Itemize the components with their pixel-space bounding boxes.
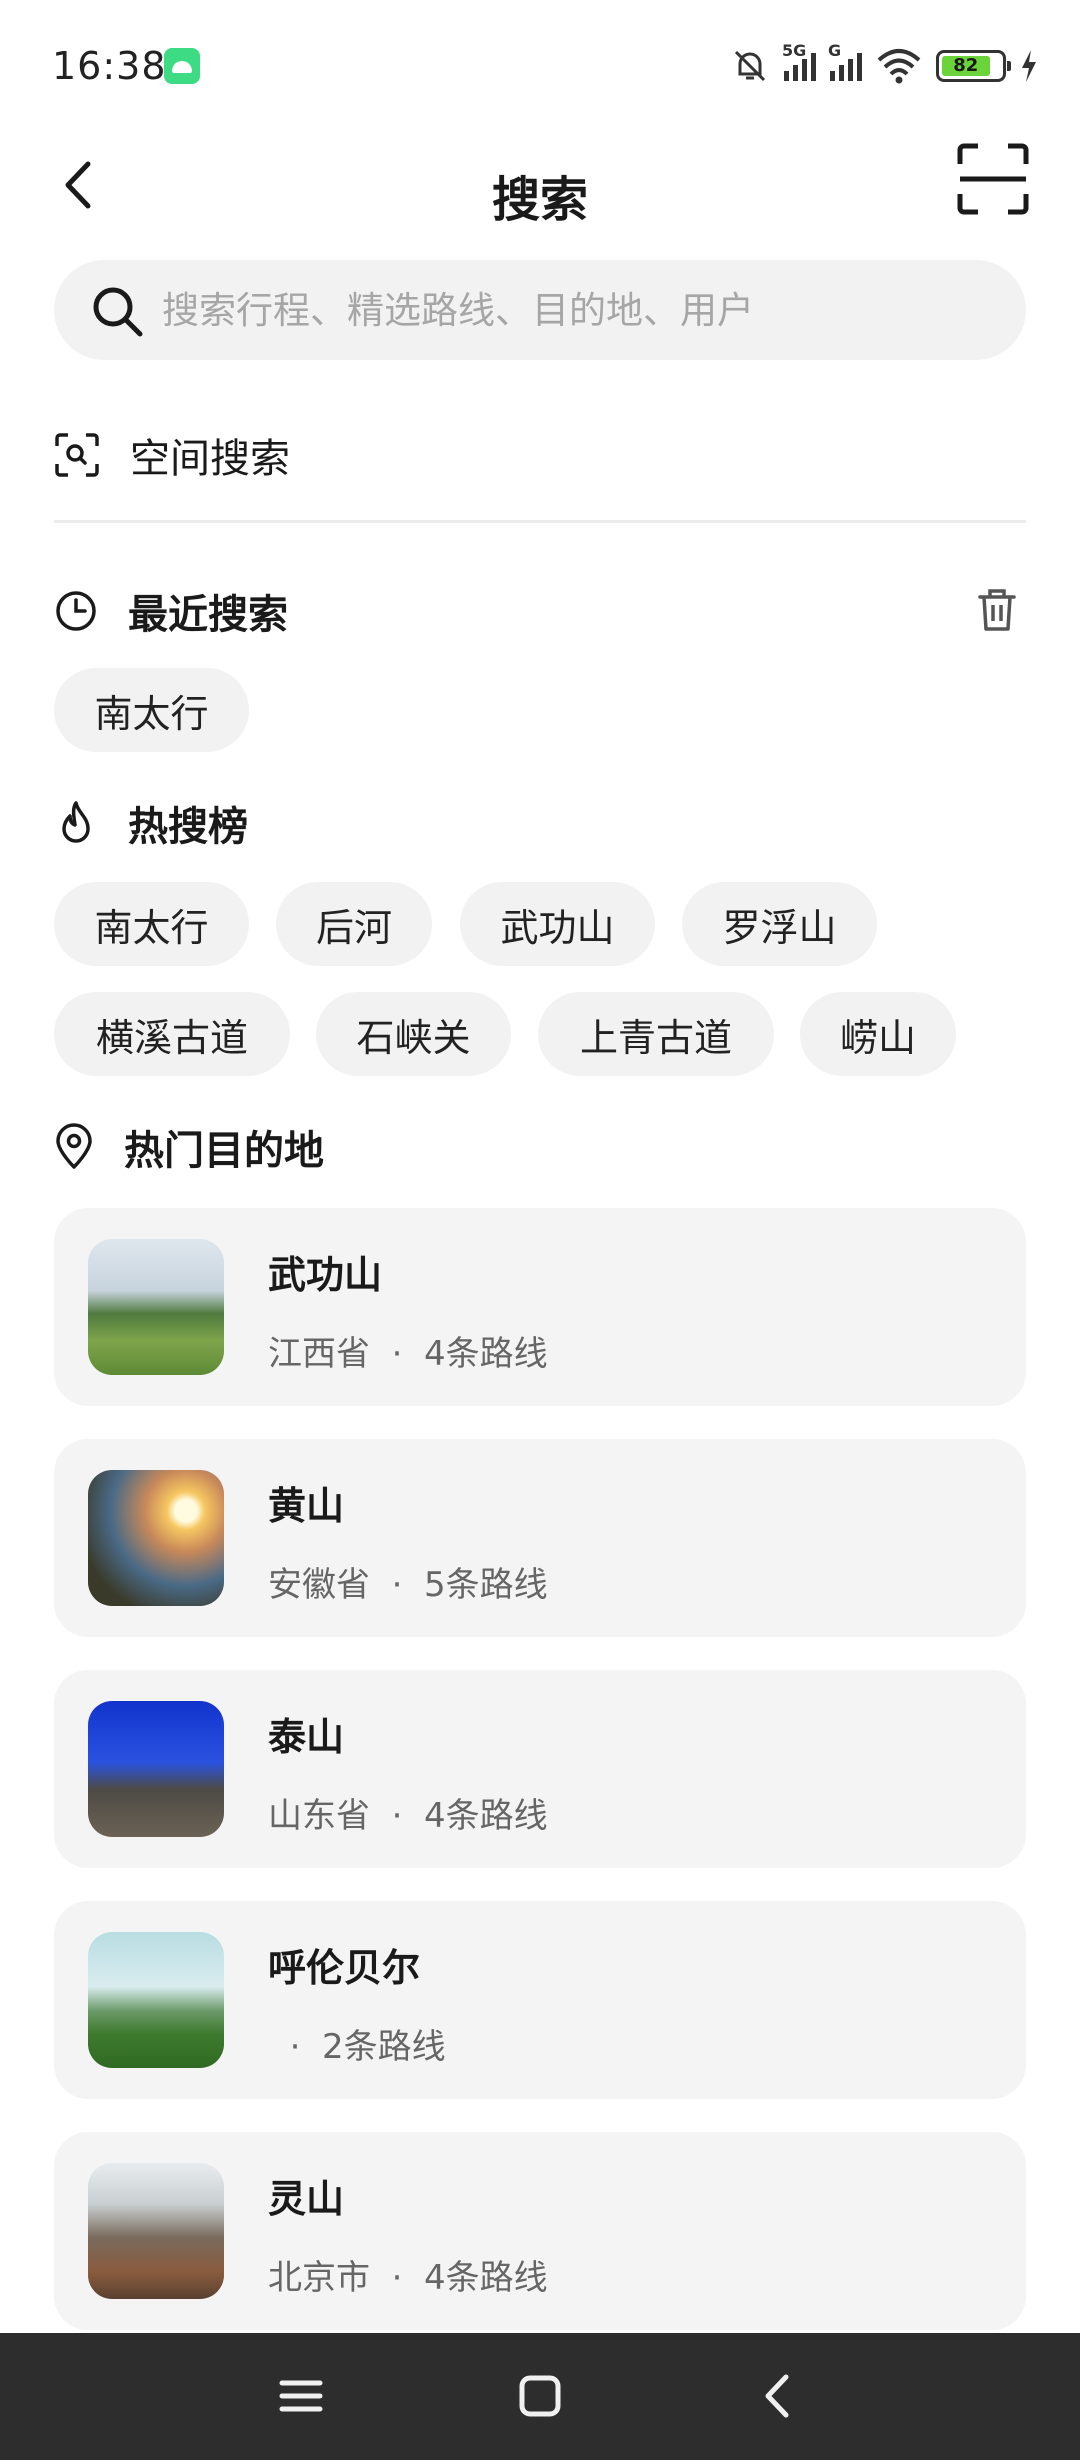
destination-thumbnail [88, 1701, 224, 1837]
battery-level: 82 [942, 56, 990, 76]
popular-destinations-title: 热门目的地 [124, 1128, 324, 1174]
status-time: 16:38 [52, 44, 167, 88]
destination-region: 山东省 [268, 1796, 370, 1836]
destination-route-count: 4条路线 [424, 2258, 548, 2298]
search-bar[interactable] [54, 260, 1026, 360]
recent-search-header: 最近搜索 [54, 582, 288, 640]
destination-name: 呼伦贝尔 [268, 1946, 421, 1990]
destination-route-count: 2条路线 [322, 2027, 446, 2067]
cell-signal-1-icon: 5G [782, 41, 816, 81]
search-input[interactable] [162, 260, 1002, 360]
status-bar: 16:38 5G G 82 [0, 0, 1080, 130]
destination-name: 武功山 [268, 1253, 383, 1297]
spatial-search-label: 空间搜索 [130, 436, 290, 482]
network-type-label: 5G [782, 41, 807, 60]
home-icon[interactable] [505, 2361, 575, 2431]
hot-search-chip[interactable]: 南太行 [54, 882, 249, 966]
recent-search-chip[interactable]: 南太行 [54, 668, 249, 752]
destination-meta: 山东省 · 4条路线 [268, 1796, 548, 1836]
status-icons: 5G G 82 [730, 41, 1038, 88]
hot-search-header: 热搜榜 [54, 794, 248, 852]
destination-meta: 北京市 · 4条路线 [268, 2258, 548, 2298]
destination-region: 江西省 [268, 1334, 370, 1374]
destination-meta: · 2条路线 [268, 2027, 446, 2067]
destination-name: 泰山 [268, 1715, 345, 1759]
spatial-search-icon [55, 433, 99, 477]
destination-thumbnail [88, 1239, 224, 1375]
hot-search-chip[interactable]: 横溪古道 [54, 992, 290, 1076]
battery-icon: 82 [936, 50, 1011, 82]
hot-search-chip[interactable]: 后河 [276, 882, 432, 966]
menu-icon[interactable] [266, 2361, 336, 2431]
cell-signal-2-icon: G [828, 41, 862, 81]
search-icon [93, 287, 143, 337]
hot-search-chip[interactable]: 石峡关 [316, 992, 511, 1076]
destination-name: 黄山 [268, 1484, 345, 1528]
hot-search-chip[interactable]: 罗浮山 [682, 882, 877, 966]
system-nav-bar [0, 2333, 1080, 2460]
hot-search-chip[interactable]: 武功山 [460, 882, 655, 966]
popular-destinations-header: 热门目的地 [54, 1118, 324, 1176]
hot-search-chip[interactable]: 崂山 [800, 992, 956, 1076]
destination-region: 北京市 [268, 2258, 370, 2298]
destination-region: 安徽省 [268, 1565, 370, 1605]
destination-thumbnail [88, 1932, 224, 2068]
charging-icon [1022, 50, 1036, 82]
app-header: 搜索 [0, 130, 1080, 240]
page-title: 搜索 [491, 172, 588, 228]
destination-card[interactable]: 武功山 江西省 · 4条路线 [54, 1208, 1026, 1406]
destination-card[interactable]: 泰山 山东省 · 4条路线 [54, 1670, 1026, 1868]
destination-name: 灵山 [268, 2177, 345, 2221]
fire-icon [62, 801, 90, 843]
clock-icon [56, 591, 96, 631]
recent-search-title: 最近搜索 [128, 592, 288, 638]
hot-search-title: 热搜榜 [128, 804, 248, 850]
scan-icon[interactable] [956, 142, 1030, 216]
destination-card[interactable]: 黄山 安徽省 · 5条路线 [54, 1439, 1026, 1637]
divider [54, 520, 1026, 523]
location-pin-icon [56, 1123, 92, 1169]
mute-bell-icon [734, 50, 766, 82]
wifi-icon [877, 49, 921, 84]
trash-icon[interactable] [972, 585, 1022, 635]
destination-meta: 江西省 · 4条路线 [268, 1334, 548, 1374]
destination-route-count: 4条路线 [424, 1796, 548, 1836]
destination-thumbnail [88, 1470, 224, 1606]
spatial-search-row[interactable]: 空间搜索 [54, 420, 290, 490]
hot-search-chip[interactable]: 上青古道 [538, 992, 774, 1076]
destination-route-count: 4条路线 [424, 1334, 548, 1374]
destination-route-count: 5条路线 [424, 1565, 548, 1605]
destination-card[interactable]: 灵山 北京市 · 4条路线 [54, 2132, 1026, 2330]
android-notification-icon [164, 48, 200, 84]
destination-meta: 安徽省 · 5条路线 [268, 1565, 548, 1605]
destination-thumbnail [88, 2163, 224, 2299]
network-type-label-2: G [828, 41, 842, 60]
nav-back-icon[interactable] [744, 2361, 814, 2431]
destination-card[interactable]: 呼伦贝尔 · 2条路线 [54, 1901, 1026, 2099]
